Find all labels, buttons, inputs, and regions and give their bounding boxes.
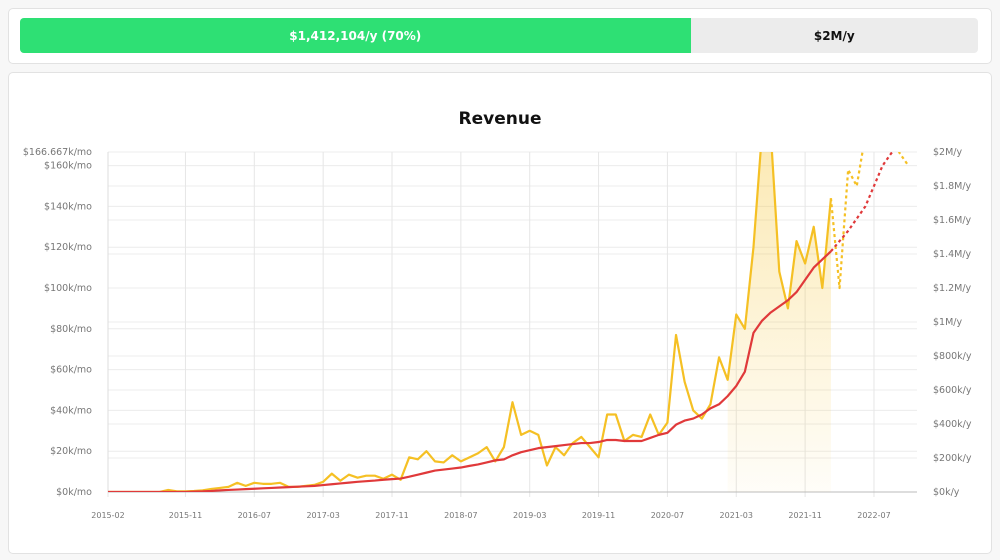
y-tick-label-left: $140k/mo: [44, 201, 92, 212]
y-tick-label-left: $0k/mo: [56, 487, 92, 498]
y-tick-label-left: $40k/mo: [50, 405, 92, 416]
y-tick-label-left: $120k/mo: [44, 242, 92, 253]
x-tick-label: 2015-11: [169, 511, 202, 520]
x-tick-label: 2019-11: [582, 511, 615, 520]
y-tick-label-right: $1.4M/y: [933, 249, 972, 260]
x-tick-label: 2015-02: [91, 511, 124, 520]
series-line-projected-monthly-revenue: [829, 152, 910, 290]
y-tick-label-right: $200k/y: [933, 453, 972, 464]
y-tick-label-left: $60k/mo: [50, 365, 92, 376]
x-tick-label: 2016-07: [238, 511, 271, 520]
x-tick-label: 2019-03: [513, 511, 546, 520]
y-tick-label-left: $80k/mo: [50, 324, 92, 335]
y-tick-label-left: $166.667k/mo: [23, 147, 92, 158]
y-tick-label-right: $2M/y: [933, 147, 962, 158]
x-tick-label: 2021-11: [788, 511, 821, 520]
x-tick-label: 2018-07: [444, 511, 477, 520]
y-tick-label-right: $800k/y: [933, 351, 972, 362]
y-tick-label-left: $20k/mo: [50, 446, 92, 457]
revenue-chart: $0k/mo $20k/mo $40k/mo $60k/mo $80k/mo $100k/…: [23, 147, 972, 520]
y-tick-label-right: $1.8M/y: [933, 181, 972, 192]
y-tick-label-right: $1M/y: [933, 317, 962, 328]
x-tick-label: 2021-03: [720, 511, 753, 520]
y-tick-label-right: $1.6M/y: [933, 215, 972, 226]
y-tick-label-right: $1.2M/y: [933, 283, 972, 294]
x-tick-label: 2017-03: [306, 511, 339, 520]
x-tick-label: 2020-07: [651, 511, 684, 520]
y-tick-label-right: $400k/y: [933, 419, 972, 430]
y-tick-label-right: $600k/y: [933, 385, 972, 396]
y-tick-label-right: $0k/y: [933, 487, 960, 498]
series-line-annual-run-rate: [108, 250, 832, 492]
series-line-projected-run-rate: [830, 152, 895, 252]
y-tick-label-left: $100k/mo: [44, 283, 92, 294]
x-tick-label: 2017-11: [375, 511, 408, 520]
x-tick-label: 2022-07: [857, 511, 890, 520]
y-tick-label-left: $160k/mo: [44, 161, 92, 172]
